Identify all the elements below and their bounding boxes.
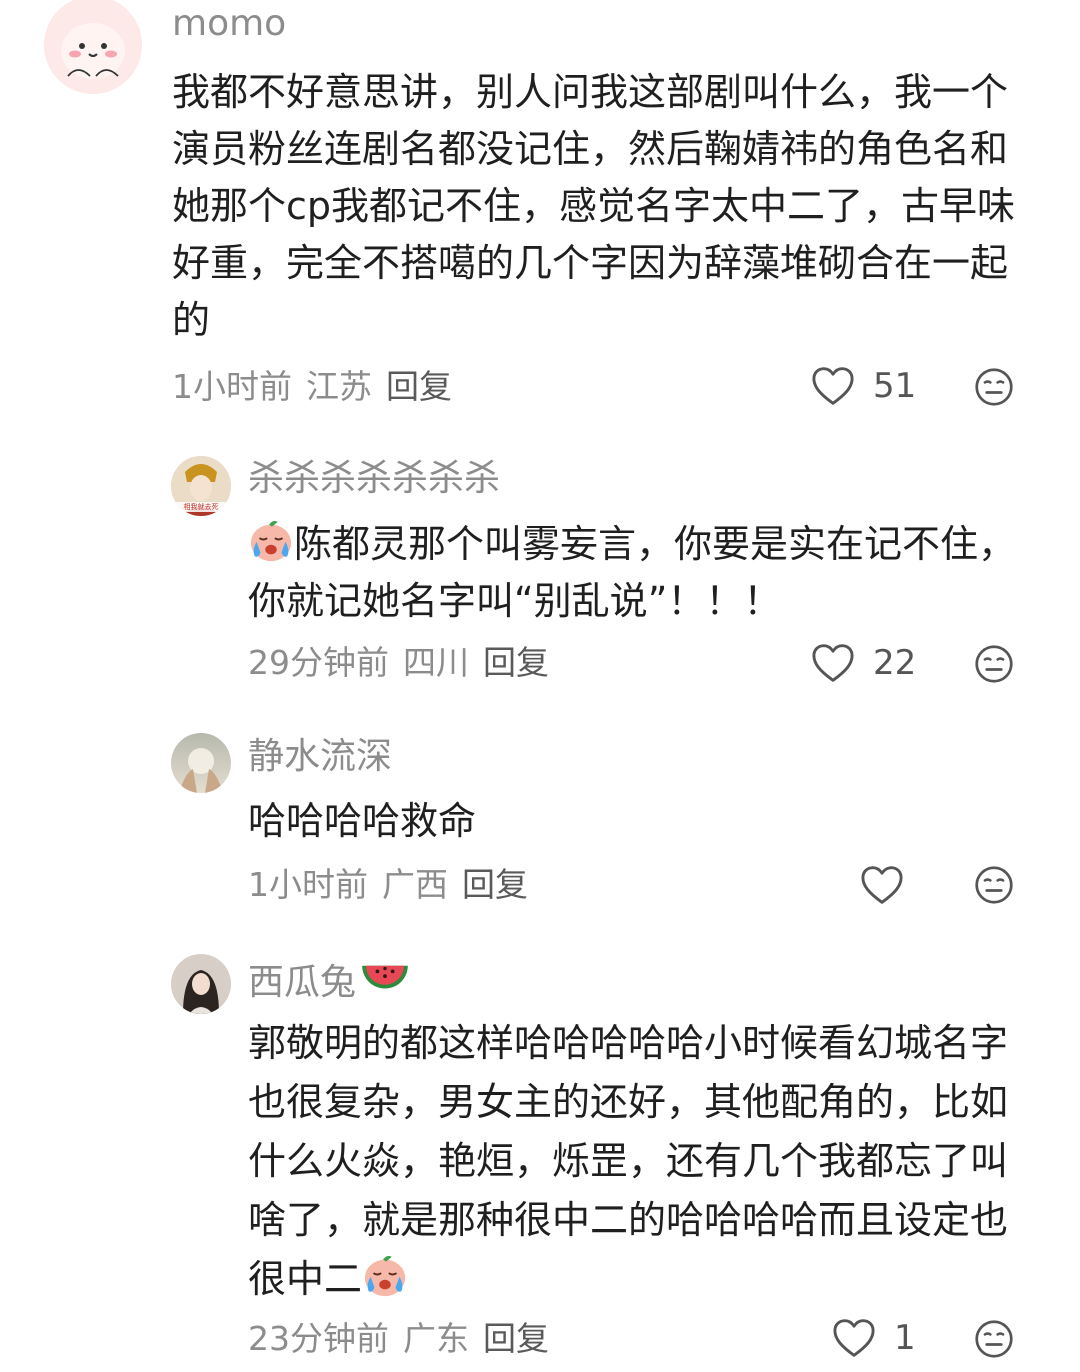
reply-button[interactable]: 回复 — [386, 367, 452, 406]
crying-face-emoji — [248, 517, 294, 563]
comment-time: 1小时前 — [172, 367, 292, 406]
avatar[interactable] — [171, 954, 231, 1014]
comment-text: 陈都灵那个叫雾妄言，你要是实在记不住，你就记她名字叫“别乱说”！！！ — [248, 516, 1023, 630]
comment-location: 江苏 — [306, 367, 372, 406]
comment-location: 广东 — [403, 1319, 469, 1358]
comment-text: 哈哈哈哈救命 — [248, 799, 477, 843]
avatar[interactable] — [44, 0, 142, 94]
like-button[interactable]: 22 — [811, 643, 916, 683]
dislike-icon[interactable] — [974, 865, 1014, 905]
comment-location: 广西 — [382, 865, 448, 904]
comment-meta: 1小时前 广西 回复 — [248, 868, 542, 901]
comment-meta: 29分钟前 四川 回复 — [248, 646, 563, 679]
crying-face-emoji — [362, 1252, 408, 1298]
heart-icon — [860, 865, 904, 905]
dislike-icon[interactable] — [974, 644, 1014, 684]
avatar[interactable]: 相我就去死 — [171, 456, 231, 516]
dislike-icon[interactable] — [974, 1319, 1014, 1359]
comment-time: 23分钟前 — [248, 1319, 389, 1358]
like-button[interactable] — [860, 865, 904, 905]
reply-button[interactable]: 回复 — [483, 1319, 549, 1358]
dislike-icon[interactable] — [974, 367, 1014, 407]
comment-location: 四川 — [403, 643, 469, 682]
avatar[interactable] — [171, 733, 231, 793]
comment-text: 我都不好意思讲，别人问我这部剧叫什么，我一个演员粉丝连剧名都没记住，然后鞠婧祎的… — [172, 70, 1016, 342]
heart-icon — [832, 1318, 876, 1358]
like-button[interactable]: 1 — [832, 1318, 916, 1358]
like-count: 1 — [894, 1318, 916, 1358]
comment-meta: 23分钟前 广东 回复 — [248, 1322, 563, 1355]
reply-button[interactable]: 回复 — [462, 865, 528, 904]
comment-meta: 1小时前 江苏 回复 — [172, 370, 466, 403]
heart-icon — [811, 643, 855, 683]
username[interactable]: 西瓜兔 — [248, 960, 410, 1001]
like-button[interactable]: 51 — [811, 366, 916, 406]
username[interactable]: 静水流深 — [248, 739, 392, 775]
reply-button[interactable]: 回复 — [483, 643, 549, 682]
watermelon-emoji — [360, 960, 410, 998]
comment-text: 郭敬明的都这样哈哈哈哈哈小时候看幻城名字也很复杂，男女主的还好，其他配角的，比如… — [248, 1014, 1008, 1309]
like-count: 51 — [873, 366, 917, 406]
comment-time: 29分钟前 — [248, 643, 389, 682]
like-count: 22 — [873, 643, 917, 683]
heart-icon — [811, 366, 855, 406]
avatar-caption: 相我就去死 — [183, 503, 219, 511]
comment-text-content: 陈都灵那个叫雾妄言，你要是实在记不住，你就记她名字叫“别乱说”！！！ — [248, 522, 1017, 623]
username[interactable]: momo — [172, 6, 286, 42]
username[interactable]: 杀杀杀杀杀杀杀 — [248, 461, 500, 497]
comment-time: 1小时前 — [248, 865, 368, 904]
username-text: 西瓜兔 — [248, 962, 357, 1003]
